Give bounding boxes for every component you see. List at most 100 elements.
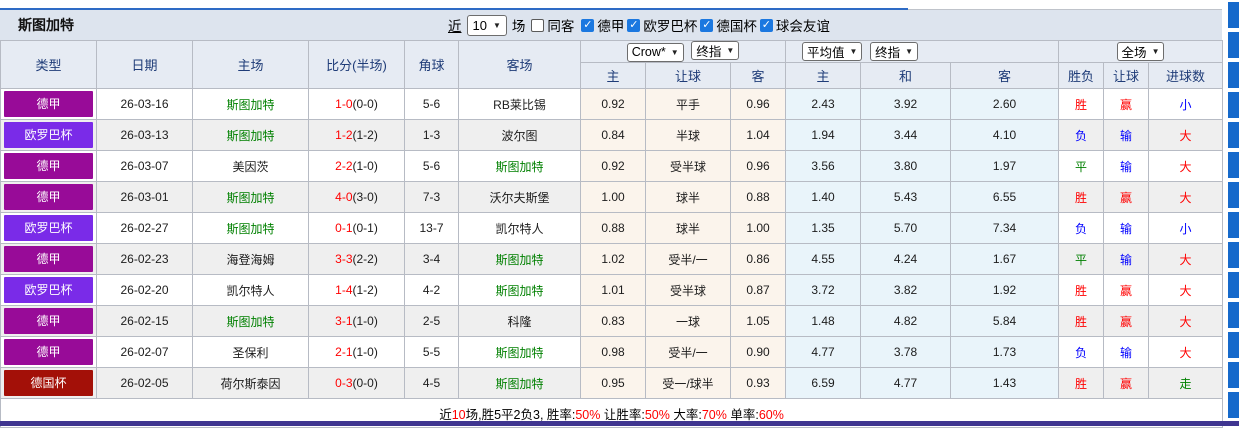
league-badge-cell: 德甲 [0,243,97,275]
score: 1-2(1-2) [308,119,405,151]
col-header-goals: 进球数 [1148,62,1224,89]
match-date: 26-03-07 [96,150,193,182]
result: 胜 [1058,181,1105,213]
chevron-down-icon: ▼ [726,46,735,56]
corners: 5-5 [404,336,459,368]
away-odds: 1.04 [729,119,787,151]
chevron-down-icon: ▼ [492,20,501,30]
avg-draw-odds: 3.80 [860,150,952,182]
halftime-score: (1-0) [352,159,378,173]
col-header-date: 日期 [96,40,193,89]
goals-result: 小 [1148,212,1224,244]
league-filter-checkbox[interactable]: ✓ 球会友谊 [759,15,831,35]
avg-home-odds: 1.48 [785,305,862,337]
league-filter-checkbox[interactable]: ✓ 欧罗巴杯 [627,15,698,35]
odds-group-header: Crow* ▼ 终指 ▼ [579,40,787,63]
halftime-score: (2-2) [352,252,378,266]
recent-count-select[interactable]: 10 ▼ [466,14,507,36]
home-team-name: 斯图加特 [226,190,275,205]
away-team: RB莱比锡 [458,88,581,120]
league-filter-checkbox[interactable]: ✓ 德甲 [581,15,625,35]
handicap: 受一/球半 [645,367,731,399]
avg-home-odds: 3.56 [785,150,862,182]
average-select[interactable]: 平均值 ▼ [802,42,863,61]
halftime-score: (0-0) [352,97,378,111]
away-odds: 0.88 [729,181,787,213]
home-odds: 0.92 [580,88,646,120]
match-row: 欧罗巴杯 26-02-20 凯尔特人 1-4(1-2) 4-2 斯图加特 1.01 受半球 0.… [0,274,1224,306]
corners: 3-4 [404,243,459,275]
avg-draw-odds: 3.92 [860,88,952,120]
avg-draw-odds: 4.82 [860,305,952,337]
league-badge-cell: 欧罗巴杯 [0,119,97,151]
league-filter-label: 德甲 [597,19,625,34]
fulltime-score: 2-2 [335,159,353,173]
handicap: 半球 [645,119,731,151]
score: 2-1(1-0) [308,336,405,368]
avg-draw-odds: 5.43 [860,181,952,213]
match-date: 26-02-15 [96,305,193,337]
odds-time-select-1[interactable]: 终指 ▼ [691,41,740,61]
col-header-handicap-result: 让球 [1103,62,1150,89]
away-team-name: 斯图加特 [495,376,544,391]
result: 胜 [1058,305,1105,337]
league-badge-cell: 德甲 [0,88,97,120]
bookmaker-select[interactable]: Crow* ▼ [626,42,684,62]
summary-text: 让胜率: [600,407,645,422]
same-away-checkbox[interactable]: 同客 [531,15,575,35]
home-team: 斯图加特 [192,119,309,151]
summary-text: 场,胜5平2负3, 胜率: [465,407,576,422]
handicap: 受半球 [645,274,731,306]
odds-time-select-2[interactable]: 终指 ▼ [870,42,919,61]
avg-home-odds: 1.94 [785,119,862,151]
league-badge: 德国杯 [4,370,93,396]
league-filter-checkbox[interactable]: ✓ 德国杯 [700,15,758,35]
avg-away-odds: 1.43 [950,367,1060,399]
avg-home-odds: 1.40 [785,181,862,213]
away-odds: 0.96 [729,150,787,182]
goals-result: 大 [1148,181,1224,213]
checkbox-checked-icon: ✓ [700,18,714,32]
away-odds: 0.93 [729,367,787,399]
chevron-down-icon: ▼ [905,47,914,56]
avg-away-odds: 7.34 [950,212,1060,244]
handicap-result: 赢 [1103,305,1150,337]
match-date: 26-02-27 [96,212,193,244]
result-group-header: 全场 ▼ [1058,40,1224,63]
handicap: 球半 [645,212,731,244]
col-header-type: 类型 [0,40,97,89]
handicap: 受半/一 [645,336,731,368]
recent-link[interactable]: 近 [448,15,462,35]
home-team: 海登海姆 [192,243,309,275]
score: 0-3(0-0) [308,367,405,399]
chevron-down-icon: ▼ [670,47,679,57]
away-odds: 0.87 [729,274,787,306]
avg-away-odds: 6.55 [950,181,1060,213]
halftime-score: (0-1) [352,221,378,235]
away-team: 斯图加特 [458,150,581,182]
halftime-score: (1-2) [352,128,378,142]
games-label: 场 [511,19,526,34]
league-badge-cell: 欧罗巴杯 [0,212,97,244]
away-odds: 1.00 [729,212,787,244]
league-badge: 德甲 [4,91,93,117]
halftime-score: (1-2) [352,283,378,297]
away-team-name: 科隆 [507,314,532,329]
match-row: 德甲 26-03-01 斯图加特 4-0(3-0) 7-3 沃尔夫斯堡 1.00 球半 0.88… [0,181,1224,213]
away-team-name: 斯图加特 [495,252,544,267]
match-date: 26-03-13 [96,119,193,151]
bottom-divider [0,421,1239,426]
match-date: 26-02-23 [96,243,193,275]
away-team-name: 波尔图 [501,128,538,143]
scope-select[interactable]: 全场 ▼ [1116,42,1165,61]
match-row: 德甲 26-03-16 斯图加特 1-0(0-0) 5-6 RB莱比锡 0.92 平手 0.96… [0,88,1224,120]
handicap-result: 输 [1103,212,1150,244]
league-badge: 德甲 [4,308,93,334]
away-odds: 1.05 [729,305,787,337]
fulltime-score: 1-0 [335,97,353,111]
league-badge: 德甲 [4,153,93,179]
match-row: 德甲 26-02-23 海登海姆 3-3(2-2) 3-4 斯图加特 1.02 受半/一 0.8… [0,243,1224,275]
home-team-name: 斯图加特 [226,128,275,143]
result: 胜 [1058,274,1105,306]
same-away-label: 同客 [547,19,575,34]
